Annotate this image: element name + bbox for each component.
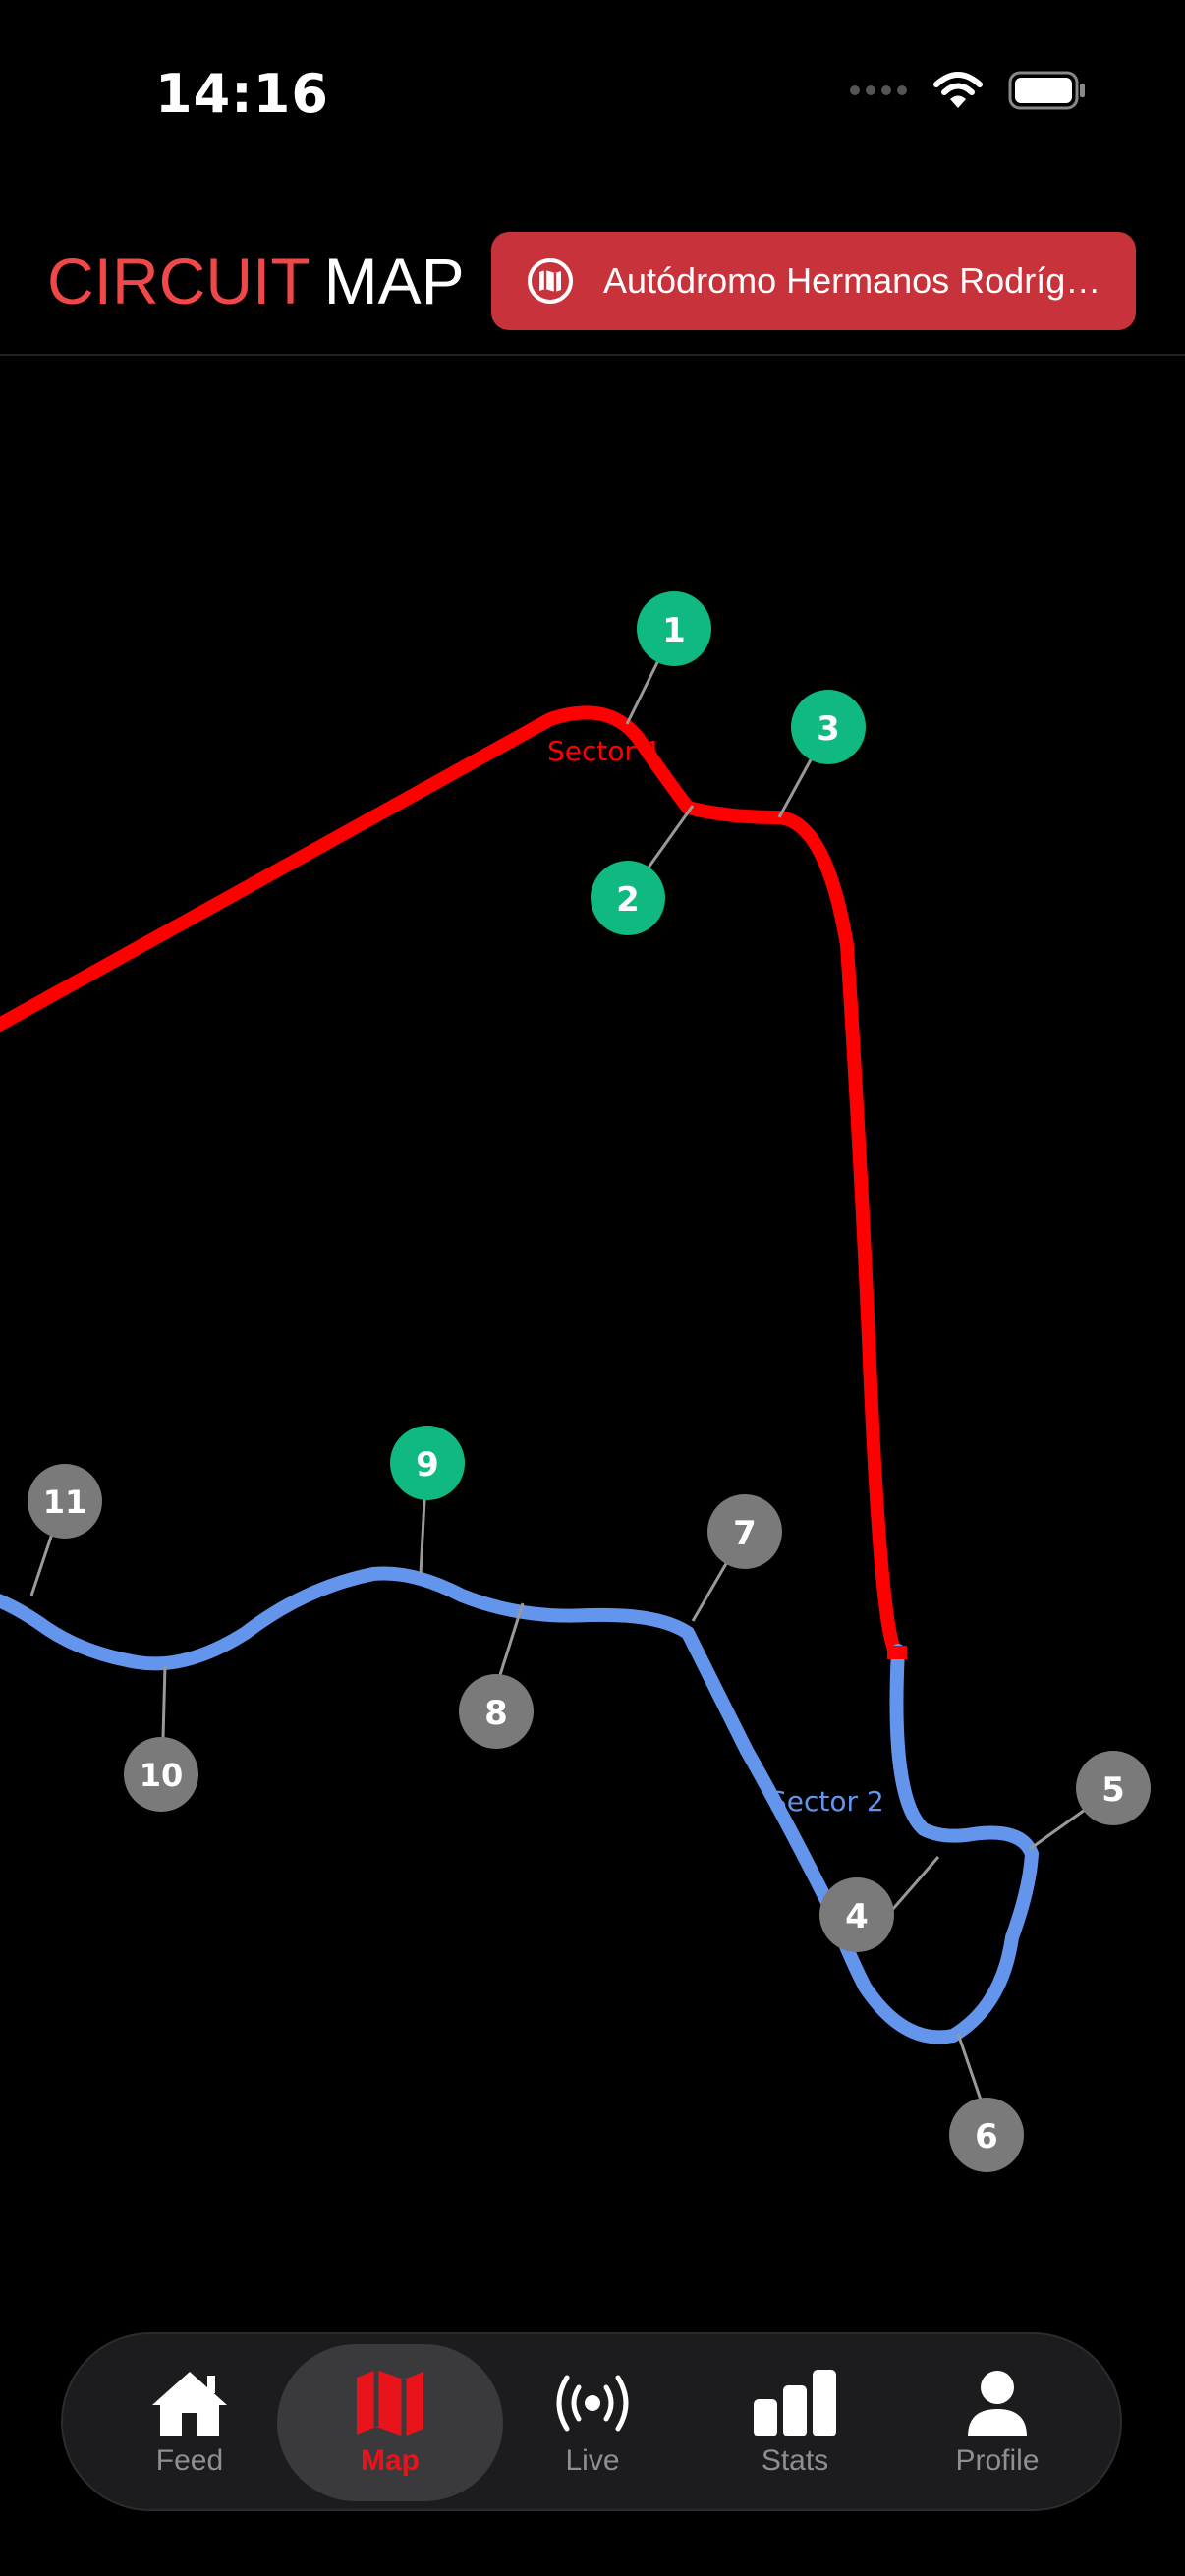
svg-text:2: 2 — [616, 880, 640, 920]
svg-text:9: 9 — [416, 1445, 439, 1484]
sector-boundary-marker — [887, 1646, 907, 1659]
battery-icon — [1008, 71, 1085, 110]
svg-text:7: 7 — [733, 1514, 757, 1553]
house-icon — [152, 2372, 227, 2436]
tab-label: Profile — [955, 2444, 1040, 2477]
status-icons — [849, 71, 1087, 110]
corner-marker-2[interactable]: 2 — [591, 861, 665, 935]
sector-2-label: Sector 2 — [769, 1785, 884, 1818]
tab-stats[interactable]: Stats — [694, 2344, 896, 2501]
broadcast-icon — [556, 2375, 629, 2432]
corner-marker-5[interactable]: 5 — [1076, 1751, 1151, 1825]
svg-text:4: 4 — [845, 1897, 869, 1936]
svg-text:3: 3 — [817, 709, 840, 749]
corner-marker-10[interactable]: 10 — [124, 1737, 198, 1812]
corner-marker-4[interactable]: 4 — [819, 1877, 894, 1952]
map-icon — [357, 2370, 423, 2436]
status-time: 14:16 — [155, 63, 329, 125]
svg-text:8: 8 — [484, 1694, 508, 1733]
corner-marker-6[interactable]: 6 — [949, 2098, 1024, 2172]
tab-label: Stats — [761, 2444, 829, 2477]
tab-feed[interactable]: Feed — [88, 2344, 291, 2501]
corner-marker-8[interactable]: 8 — [459, 1674, 534, 1749]
status-bar: 14:16 — [0, 0, 1185, 196]
svg-text:5: 5 — [1101, 1770, 1125, 1810]
corner-marker-7[interactable]: 7 — [707, 1494, 782, 1569]
tab-profile[interactable]: Profile — [896, 2344, 1099, 2501]
tab-label: Live — [565, 2444, 620, 2477]
tab-bar: Feed Map Live Stats Profile — [61, 2332, 1122, 2511]
tab-label: Feed — [155, 2444, 224, 2477]
corner-marker-11[interactable]: 11 — [28, 1464, 102, 1539]
page-title: CIRCUIT MAP — [47, 244, 465, 318]
tab-map[interactable]: Map — [277, 2344, 503, 2501]
circuit-map[interactable]: Sector 1 Sector 2 1 2 3 4 5 6 7 8 9 10 1… — [0, 356, 1185, 2321]
map-circle-icon — [527, 257, 574, 305]
tab-live[interactable]: Live — [491, 2344, 694, 2501]
circuit-selector-button[interactable]: Autódromo Hermanos Rodríg… — [491, 232, 1136, 330]
bar-chart-icon — [754, 2370, 836, 2436]
svg-text:11: 11 — [43, 1484, 87, 1521]
person-icon — [968, 2371, 1027, 2436]
svg-text:6: 6 — [975, 2117, 998, 2156]
corner-leaders — [29, 628, 1116, 2106]
svg-text:1: 1 — [662, 611, 686, 650]
title-circuit: CIRCUIT — [47, 245, 310, 317]
sector-1-label: Sector 1 — [547, 735, 662, 767]
cellular-signal-icon — [850, 85, 907, 95]
corner-marker-1[interactable]: 1 — [637, 591, 711, 666]
wifi-icon — [933, 72, 983, 108]
corner-marker-3[interactable]: 3 — [791, 690, 866, 764]
svg-text:10: 10 — [140, 1757, 184, 1794]
tab-label: Map — [361, 2444, 420, 2477]
corner-marker-9[interactable]: 9 — [390, 1426, 465, 1500]
circuit-name: Autódromo Hermanos Rodríg… — [603, 260, 1101, 301]
title-map: MAP — [323, 245, 465, 317]
app-header: CIRCUIT MAP Autódromo Hermanos Rodríg… — [0, 196, 1185, 356]
